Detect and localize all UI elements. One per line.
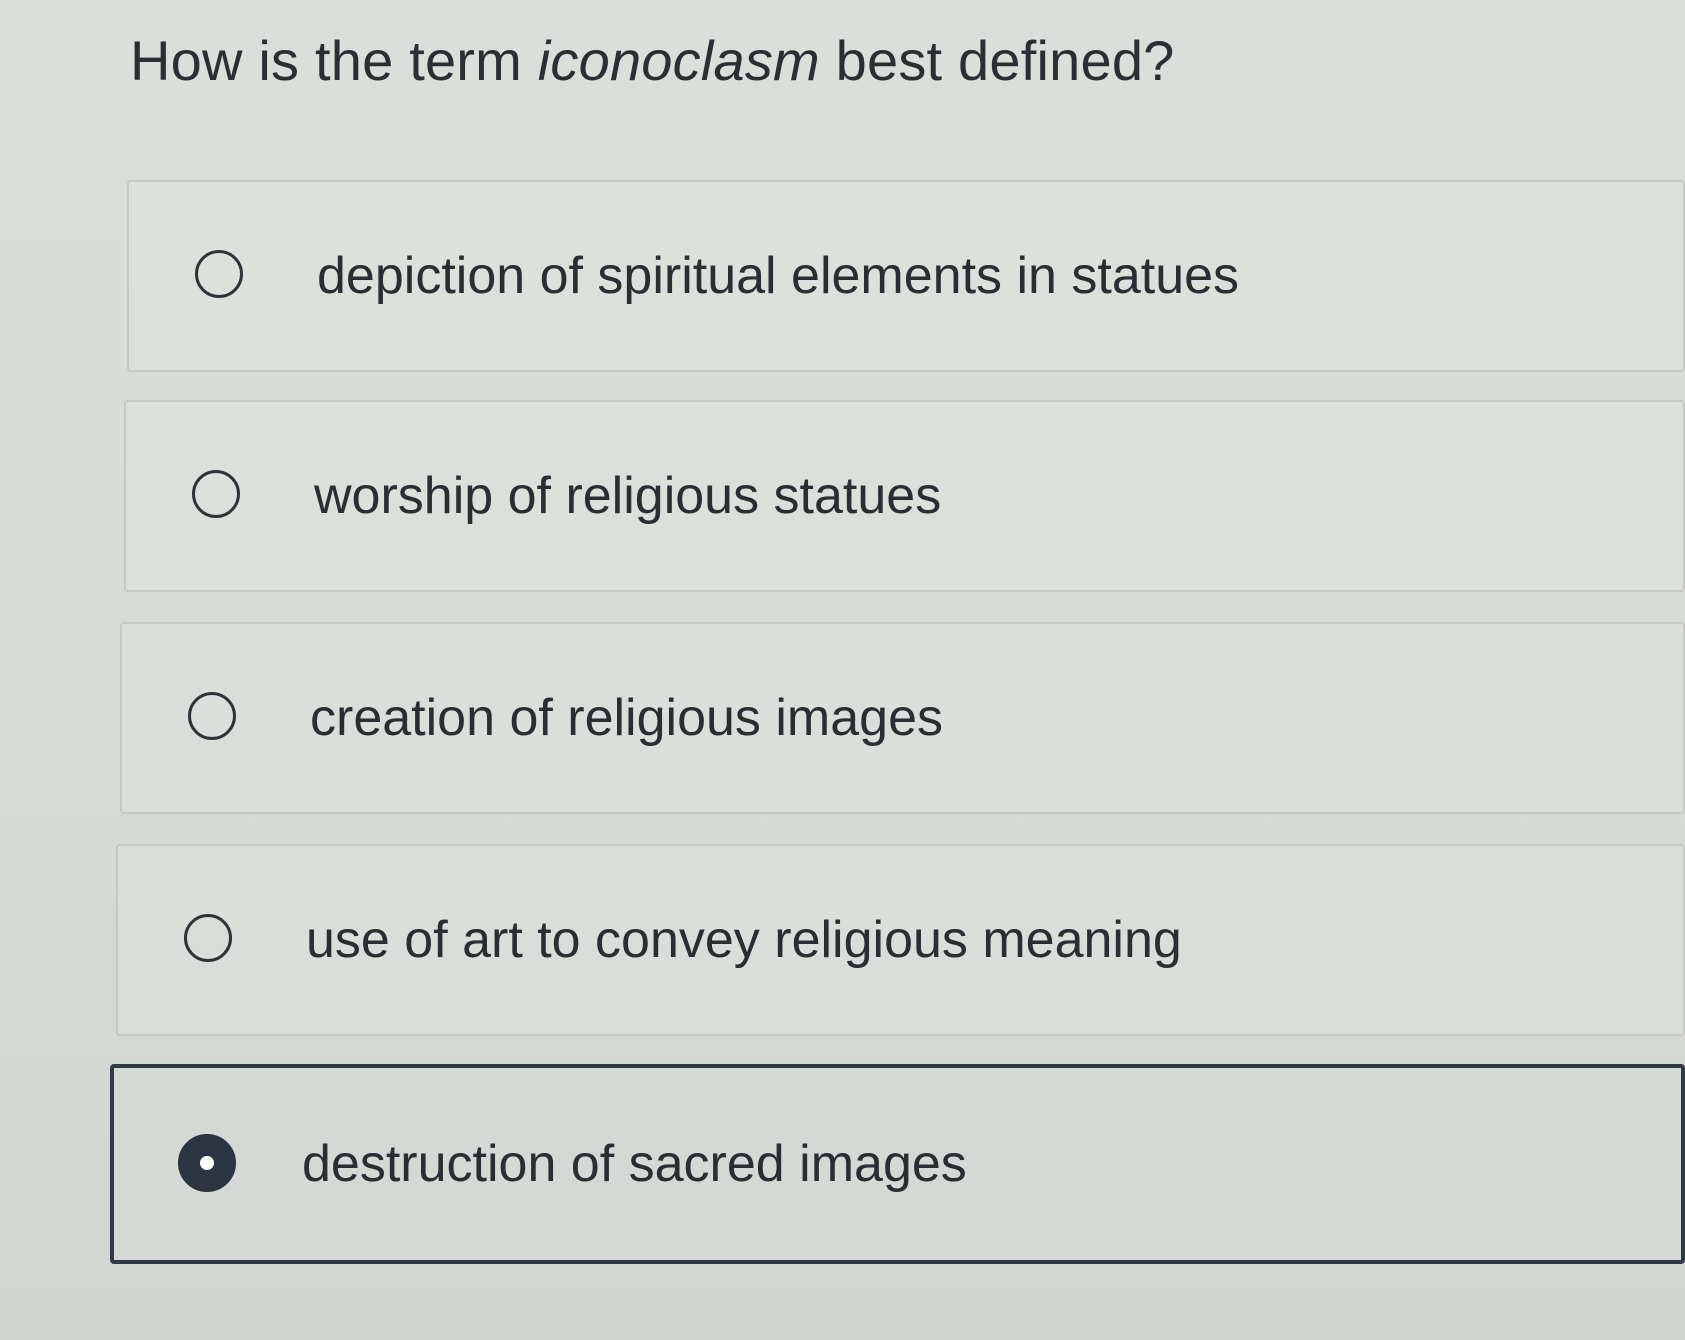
answer-options: depiction of spiritual elements in statu… xyxy=(0,0,1685,1340)
radio-unselected-icon[interactable] xyxy=(195,250,243,298)
answer-option-3[interactable]: creation of religious images xyxy=(120,622,1685,814)
radio-unselected-icon[interactable] xyxy=(188,692,236,740)
quiz-page: How is the term iconoclasm best defined?… xyxy=(0,0,1685,1340)
radio-unselected-icon[interactable] xyxy=(184,914,232,962)
answer-option-label: depiction of spiritual elements in statu… xyxy=(317,247,1240,305)
radio-selected-icon[interactable] xyxy=(178,1134,236,1192)
answer-option-label: destruction of sacred images xyxy=(302,1135,967,1193)
answer-option-label: worship of religious statues xyxy=(314,467,942,525)
answer-option-2[interactable]: worship of religious statues xyxy=(124,400,1685,592)
answer-option-label: use of art to convey religious meaning xyxy=(306,911,1182,969)
answer-option-5-selected[interactable]: destruction of sacred images xyxy=(110,1064,1685,1264)
radio-unselected-icon[interactable] xyxy=(192,470,240,518)
answer-option-4[interactable]: use of art to convey religious meaning xyxy=(116,844,1685,1036)
answer-option-1[interactable]: depiction of spiritual elements in statu… xyxy=(127,180,1685,372)
answer-option-label: creation of religious images xyxy=(310,689,943,747)
